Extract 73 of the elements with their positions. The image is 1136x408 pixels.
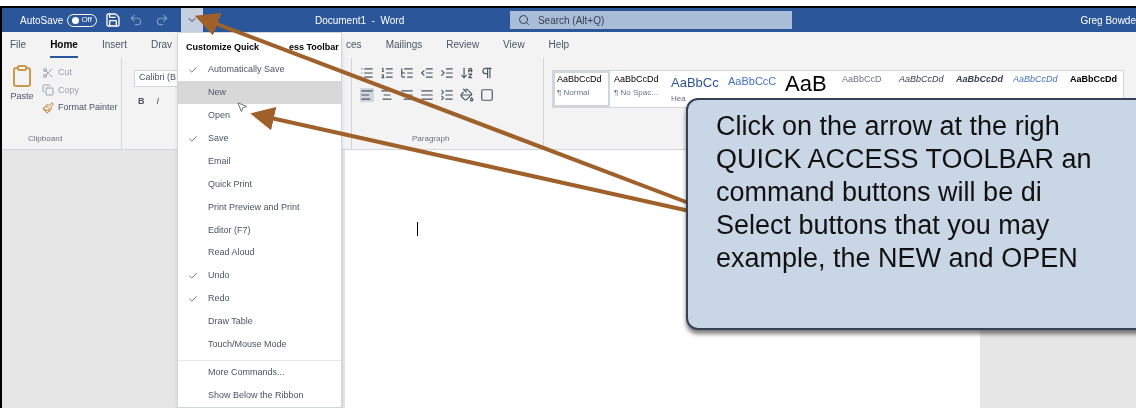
callout-text: QUICK ACCESS TOOLBAR an: [716, 143, 1093, 176]
menu-item[interactable]: Print Preview and Print: [178, 195, 341, 219]
sort-icon[interactable]: [460, 66, 474, 80]
align-left-icon[interactable]: [360, 88, 374, 102]
ribbon-tab[interactable]: Help: [548, 37, 570, 58]
save-icon[interactable]: [104, 12, 121, 28]
ribbon-tab[interactable]: Review: [446, 37, 480, 58]
callout-text: example, the NEW and OPEN: [716, 242, 1079, 275]
paste-button[interactable]: Paste: [10, 62, 34, 115]
menu-item[interactable]: Email: [178, 150, 341, 174]
numbering-icon[interactable]: [380, 66, 394, 80]
user-name[interactable]: Greg Bowde: [1080, 12, 1136, 28]
align-center-icon[interactable]: [380, 88, 394, 102]
style-option[interactable]: AaBbCcDd: [895, 71, 952, 107]
style-option[interactable]: AaBbCcDd ¶ Normal: [553, 71, 610, 107]
decrease-indent-icon[interactable]: [420, 66, 434, 80]
style-option[interactable]: AaBbCcC: [724, 71, 781, 107]
search-icon: [517, 14, 530, 26]
ribbon-tab[interactable]: Insert: [101, 37, 127, 58]
ribbon-tab[interactable]: ces: [346, 37, 362, 58]
menu-item[interactable]: Touch/Mouse Mode: [178, 333, 341, 357]
style-option[interactable]: AaBbCcDd: [1009, 71, 1066, 107]
format-painter-button[interactable]: Format Painter: [42, 101, 118, 115]
menu-item[interactable]: Read Aloud: [178, 241, 341, 265]
search-field[interactable]: Search (Alt+Q): [509, 11, 792, 29]
style-option[interactable]: AaBbCcDd ¶ No Spac...: [610, 71, 667, 107]
style-option[interactable]: AaB: [781, 71, 838, 107]
multilevel-list-icon[interactable]: [400, 66, 414, 80]
style-option[interactable]: AaBbCcD: [838, 71, 895, 107]
menu-item[interactable]: Quick Print: [178, 173, 341, 196]
copy-icon: [42, 84, 54, 97]
bullets-icon[interactable]: [360, 66, 374, 80]
text-cursor: [417, 222, 418, 236]
align-right-icon[interactable]: [400, 88, 414, 102]
window-title: Document1 - Word: [314, 13, 406, 28]
ribbon-tab[interactable]: File: [10, 37, 27, 58]
mouse-pointer-icon: [236, 101, 248, 113]
bold-button[interactable]: B: [138, 95, 145, 109]
italic-button[interactable]: I: [156, 95, 159, 109]
borders-icon[interactable]: [480, 88, 494, 102]
style-option[interactable]: AaBbCcDd: [1066, 71, 1123, 107]
style-option[interactable]: AaBbCcDd: [952, 71, 1009, 107]
group-label: Clipboard: [28, 133, 64, 145]
autosave-label: AutoSave: [20, 13, 64, 28]
ribbon-tab[interactable]: Mailings: [385, 37, 423, 58]
customize-toolbar-button[interactable]: [180, 8, 203, 32]
menu-item[interactable]: Save: [178, 127, 341, 151]
shading-icon[interactable]: [460, 88, 474, 102]
pilcrow-icon[interactable]: [480, 66, 494, 80]
callout-text: Select buttons that you may: [716, 209, 1051, 242]
clipboard-icon: [10, 62, 34, 90]
menu-item[interactable]: Editor (F7): [178, 218, 341, 242]
style-option[interactable]: AaBbCc Hea: [667, 71, 724, 107]
line-spacing-icon[interactable]: [440, 88, 454, 102]
increase-indent-icon[interactable]: [440, 66, 454, 80]
menu-item[interactable]: Draw Table: [178, 310, 341, 334]
ribbon-tab[interactable]: Drav: [150, 37, 173, 58]
menu-title: ess Toolbar: [289, 41, 339, 54]
paintbrush-icon: [42, 101, 54, 114]
group-label: Paragraph: [412, 133, 451, 145]
menu-item[interactable]: Redo: [178, 287, 341, 311]
ribbon-tab[interactable]: View: [503, 37, 525, 58]
search-input[interactable]: Search (Alt+Q): [537, 12, 738, 28]
menu-item[interactable]: More Commands...: [178, 361, 341, 385]
menu-item[interactable]: New: [178, 81, 341, 105]
menu-title: Customize Quick: [186, 41, 259, 54]
scissors-icon: [42, 66, 54, 79]
menu-item[interactable]: Open: [178, 104, 341, 128]
menu-item[interactable]: Show Below the Ribbon: [178, 384, 341, 408]
callout-text: command buttons will be di: [716, 176, 1043, 209]
callout-text: Click on the arrow at the righ: [716, 110, 1061, 143]
menu-item[interactable]: Undo: [178, 264, 341, 288]
justify-icon[interactable]: [420, 88, 434, 102]
